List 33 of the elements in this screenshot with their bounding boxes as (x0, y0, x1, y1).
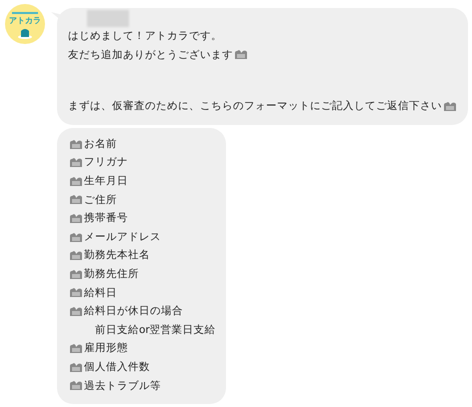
sticker-icon (69, 250, 83, 262)
sticker-icon (69, 343, 83, 354)
redacted-name (87, 10, 129, 27)
sticker-icon (69, 176, 83, 187)
sticker-icon (69, 268, 83, 280)
message-text: はじめまして！アトカラです。 (68, 29, 222, 44)
message-text: まずは、仮審査のために、こちらのフォーマットにご記入してご返信下さい (68, 99, 442, 114)
sticker-icon (69, 194, 83, 206)
sticker-icon (69, 380, 83, 392)
form-field-label: 過去トラブル等 (84, 378, 161, 394)
form-field-label: 給料日が休日の場合 (84, 304, 183, 320)
form-field-note: 前日支給or翌営業日支給 (95, 322, 216, 338)
form-field-label: 給料日 (84, 286, 117, 301)
mascot-icon (18, 27, 32, 39)
form-field-label: 勤務先本社名 (84, 248, 150, 264)
sticker-icon (69, 287, 83, 298)
form-field-label: 生年月日 (84, 174, 128, 189)
sticker-icon (69, 157, 83, 168)
form-field-label: フリガナ (84, 155, 128, 170)
sticker-icon (69, 138, 83, 150)
form-field-label: 勤務先住所 (84, 266, 139, 282)
sticker-icon (69, 306, 83, 317)
sticker-icon (69, 362, 83, 373)
message-text: 友だち追加ありがとうございます (68, 48, 233, 63)
logo-text: アトカラ (9, 16, 41, 25)
form-field-label: お名前 (84, 136, 117, 152)
form-field-label: ご住所 (84, 192, 117, 208)
form-field-label: 個人借入件数 (84, 360, 150, 375)
form-field-label: メールアドレス (84, 230, 161, 245)
form-field-label: 雇用形態 (84, 341, 128, 356)
form-field-label: 携帯番号 (84, 211, 128, 226)
sticker-icon (69, 212, 83, 224)
sticker-icon (69, 232, 83, 243)
